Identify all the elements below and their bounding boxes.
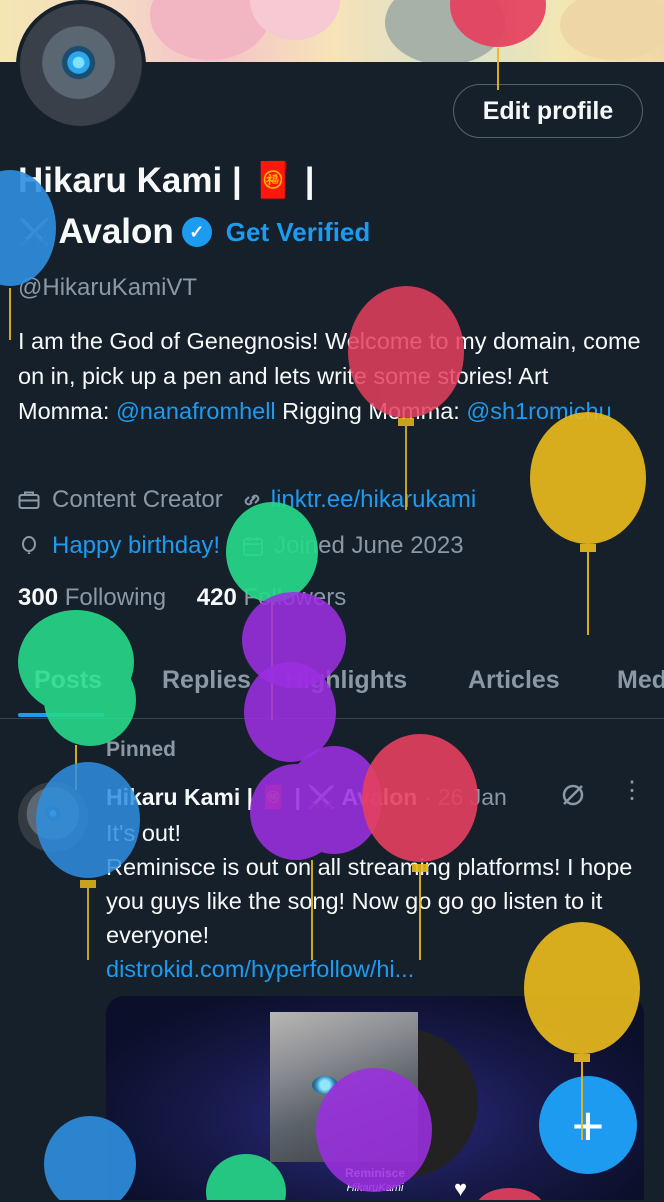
tab-articles[interactable]: Articles [468,666,560,695]
profile-meta-row-2: Happy birthday! Joined June 2023 [18,532,464,560]
post-link[interactable]: distrokid.com/hyperfollow/hi... [106,952,646,986]
post-header: Hikaru Kami | 🧧 | ⚔️ Avalon · 26 Jan [106,784,507,811]
post-author-avatar[interactable] [18,782,88,852]
post-date[interactable]: · 26 Jan [424,784,507,810]
compose-post-button[interactable]: + [539,1076,637,1174]
bio-mention-art[interactable]: @nanafromhell [116,398,276,424]
album-artist: HikaruKami [346,1182,404,1194]
heart-icon[interactable]: ♥ [454,1176,467,1202]
album-title: Reminisce [344,1166,406,1180]
active-tab-indicator [18,713,104,717]
more-icon[interactable]: ⋮ [620,779,644,810]
display-name-line1: Hikaru Kami | 🧧 | [18,161,315,200]
sword-emoji: ⚔️ [18,216,51,247]
verified-badge-icon[interactable]: ✓ [181,217,212,247]
following-link[interactable]: 300 Following [18,584,166,611]
profile-meta-row-1: Content Creator linktr.ee/hikarukami [18,486,476,514]
post-body: Reminisce is out on all streaming platfo… [106,854,633,948]
post-line-1: It's out! [106,820,182,846]
post-author-name[interactable]: Hikaru Kami | 🧧 | ⚔️ Avalon [106,784,417,810]
profile-category: Content Creator [52,486,223,513]
profile-tabs: Posts Replies Highlights Articles Media [0,650,664,719]
link-icon [244,494,260,506]
balloon-yellow-right [530,412,646,635]
followers-link[interactable]: 420 Followers [197,584,346,611]
briefcase-icon [18,491,40,509]
album-cover-image [270,1012,418,1162]
balloon-birthday-icon [22,536,36,554]
birthday-link[interactable]: Happy birthday! [52,532,220,560]
profile-avatar[interactable] [16,0,146,130]
display-name-line2: ⚔️ Avalon ✓ Get Verified [18,212,370,252]
profile-bio: I am the God of Genegnosis! Welcome to m… [18,324,643,429]
profile-website-link[interactable]: linktr.ee/hikarukami [271,486,476,514]
follow-counts: 300 Following 420 Followers [18,584,346,612]
pinned-label: Pinned [106,738,177,761]
post-text: It's out! Reminisce is out on all stream… [106,816,646,986]
bio-mention-rigging[interactable]: @sh1romichu [466,398,611,424]
edit-profile-button[interactable]: Edit profile [453,84,643,138]
tab-replies[interactable]: Replies [162,666,251,695]
profile-handle: @HikaruKamiVT [18,274,198,301]
display-name-text: Avalon [58,212,174,251]
tab-posts[interactable]: Posts [34,666,102,695]
tab-highlights[interactable]: Highlights [285,666,407,695]
tab-media[interactable]: Media [617,666,664,695]
joined-date: Joined June 2023 [274,532,464,559]
calendar-icon [243,537,264,556]
get-verified-link[interactable]: Get Verified [226,217,371,248]
bio-text-2: Rigging Momma: [275,398,467,424]
grok-icon[interactable] [560,782,586,808]
